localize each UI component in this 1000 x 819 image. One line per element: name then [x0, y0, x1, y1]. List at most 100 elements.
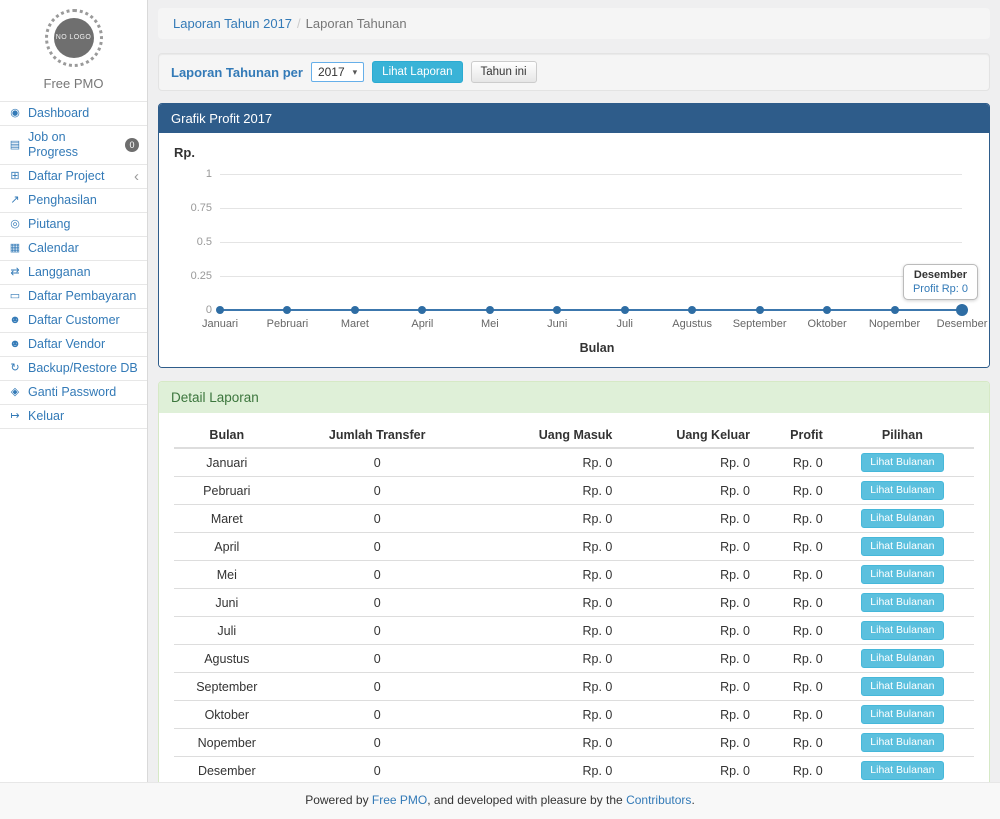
footer-brand-link[interactable]: Free PMO	[372, 793, 427, 807]
breadcrumb-link[interactable]: Laporan Tahun 2017	[173, 16, 292, 31]
y-tick-label: 0.75	[191, 202, 212, 214]
table-cell: Nopember	[174, 729, 280, 757]
lihat-bulanan-button[interactable]: Lihat Bulanan	[861, 761, 943, 780]
breadcrumb-separator: /	[297, 16, 301, 31]
table-row: Mei0Rp. 0Rp. 0Rp. 0Lihat Bulanan	[174, 561, 974, 589]
data-point-maret[interactable]	[351, 306, 359, 314]
table-cell: Oktober	[174, 701, 280, 729]
table-cell: 0	[280, 561, 475, 589]
table-cell: Rp. 0	[758, 533, 831, 561]
table-cell: Maret	[174, 505, 280, 533]
data-point-oktober[interactable]	[823, 306, 831, 314]
footer: Powered by Free PMO, and developed with …	[0, 782, 1000, 819]
report-filter-bar: Laporan Tahunan per 2017 ▾ Lihat Laporan…	[158, 53, 990, 91]
table-cell: Rp. 0	[475, 701, 621, 729]
table-cell: Rp. 0	[758, 477, 831, 505]
table-row: September0Rp. 0Rp. 0Rp. 0Lihat Bulanan	[174, 673, 974, 701]
table-cell: Rp. 0	[620, 701, 758, 729]
detail-report-panel: Detail Laporan BulanJumlah TransferUang …	[158, 381, 990, 819]
lihat-bulanan-button[interactable]: Lihat Bulanan	[861, 537, 943, 556]
lihat-bulanan-button[interactable]: Lihat Bulanan	[861, 565, 943, 584]
sidebar-item-penghasilan[interactable]: ↗Penghasilan	[0, 189, 147, 213]
lihat-bulanan-button[interactable]: Lihat Bulanan	[861, 649, 943, 668]
table-cell: 0	[280, 448, 475, 477]
money-icon: ◎	[8, 217, 22, 232]
table-cell: Rp. 0	[475, 757, 621, 785]
data-point-nopember[interactable]	[891, 306, 899, 314]
sidebar-item-langganan[interactable]: ⇄Langganan	[0, 261, 147, 285]
table-cell: Mei	[174, 561, 280, 589]
filter-label: Laporan Tahunan per	[171, 65, 303, 80]
x-tick-label: Oktober	[808, 318, 847, 330]
action-cell: Lihat Bulanan	[831, 589, 974, 617]
action-cell: Lihat Bulanan	[831, 505, 974, 533]
table-cell: Rp. 0	[475, 533, 621, 561]
sidebar-item-piutang[interactable]: ◎ Piutang	[0, 213, 147, 237]
data-point-juni[interactable]	[553, 306, 561, 314]
table-cell: Rp. 0	[758, 757, 831, 785]
sidebar-item-daftar-customer[interactable]: ☻Daftar Customer	[0, 309, 147, 333]
table-row: Januari0Rp. 0Rp. 0Rp. 0Lihat Bulanan	[174, 448, 974, 477]
data-point-pebruari[interactable]	[283, 306, 291, 314]
data-point-juli[interactable]	[621, 306, 629, 314]
x-tick-label: Juni	[547, 318, 567, 330]
table-cell: 0	[280, 701, 475, 729]
table-cell: 0	[280, 757, 475, 785]
action-cell: Lihat Bulanan	[831, 757, 974, 785]
sidebar-item-keluar[interactable]: ↦Keluar	[0, 405, 147, 429]
sidebar-item-calendar[interactable]: ▦Calendar	[0, 237, 147, 261]
sidebar-item-dashboard[interactable]: ◉Dashboard	[0, 102, 147, 126]
lihat-bulanan-button[interactable]: Lihat Bulanan	[861, 621, 943, 640]
data-point-september[interactable]	[756, 306, 764, 314]
table-cell: Rp. 0	[758, 701, 831, 729]
column-header: Bulan	[174, 423, 280, 448]
table-cell: Rp. 0	[620, 477, 758, 505]
tahun-ini-button[interactable]: Tahun ini	[471, 61, 537, 83]
table-cell: 0	[280, 617, 475, 645]
sidebar-item-backup-restore-db[interactable]: ↻Backup/Restore DB	[0, 357, 147, 381]
sidebar-item-job-on-progress[interactable]: ▤Job on Progress0	[0, 126, 147, 165]
users-icon: ☻	[8, 337, 22, 352]
data-point-januari[interactable]	[216, 306, 224, 314]
data-point-agustus[interactable]	[688, 306, 696, 314]
lihat-bulanan-button[interactable]: Lihat Bulanan	[861, 733, 943, 752]
table-cell: April	[174, 533, 280, 561]
table-row: Nopember0Rp. 0Rp. 0Rp. 0Lihat Bulanan	[174, 729, 974, 757]
table-cell: Rp. 0	[475, 617, 621, 645]
detail-panel-title: Detail Laporan	[159, 382, 989, 413]
data-point-mei[interactable]	[486, 306, 494, 314]
count-badge: 0	[125, 138, 139, 152]
lihat-laporan-button[interactable]: Lihat Laporan	[372, 61, 462, 83]
sidebar-item-daftar-project[interactable]: ⊞Daftar Project‹	[0, 165, 147, 189]
gridline	[220, 208, 962, 209]
table-cell: Rp. 0	[758, 645, 831, 673]
lihat-bulanan-button[interactable]: Lihat Bulanan	[861, 481, 943, 500]
footer-contributors-link[interactable]: Contributors	[626, 793, 691, 807]
sidebar-item-ganti-password[interactable]: ◈Ganti Password	[0, 381, 147, 405]
profit-series-line	[220, 309, 962, 311]
data-point-april[interactable]	[418, 306, 426, 314]
breadcrumb: Laporan Tahun 2017/Laporan Tahunan	[158, 8, 990, 39]
table-cell: Juli	[174, 617, 280, 645]
lihat-bulanan-button[interactable]: Lihat Bulanan	[861, 593, 943, 612]
lihat-bulanan-button[interactable]: Lihat Bulanan	[861, 509, 943, 528]
action-cell: Lihat Bulanan	[831, 673, 974, 701]
sidebar-item-daftar-pembayaran[interactable]: ▭Daftar Pembayaran	[0, 285, 147, 309]
lihat-bulanan-button[interactable]: Lihat Bulanan	[861, 453, 943, 472]
table-row: Desember0Rp. 0Rp. 0Rp. 0Lihat Bulanan	[174, 757, 974, 785]
app-logo: NO LOGO	[45, 9, 103, 67]
table-cell: Rp. 0	[475, 477, 621, 505]
lihat-bulanan-button[interactable]: Lihat Bulanan	[861, 677, 943, 696]
sidebar-item-daftar-vendor[interactable]: ☻Daftar Vendor	[0, 333, 147, 357]
year-select[interactable]: 2017 ▾	[311, 62, 364, 82]
lihat-bulanan-button[interactable]: Lihat Bulanan	[861, 705, 943, 724]
table-row: Juli0Rp. 0Rp. 0Rp. 0Lihat Bulanan	[174, 617, 974, 645]
table-cell: Januari	[174, 448, 280, 477]
table-cell: 0	[280, 673, 475, 701]
data-point-desember[interactable]	[956, 304, 968, 316]
refresh-icon: ↻	[8, 361, 22, 376]
dashboard-icon: ◉	[8, 106, 22, 121]
sidebar-item-label: Piutang	[28, 217, 70, 232]
action-cell: Lihat Bulanan	[831, 617, 974, 645]
sidebar-menu: ◉Dashboard▤Job on Progress0⊞Daftar Proje…	[0, 101, 147, 429]
